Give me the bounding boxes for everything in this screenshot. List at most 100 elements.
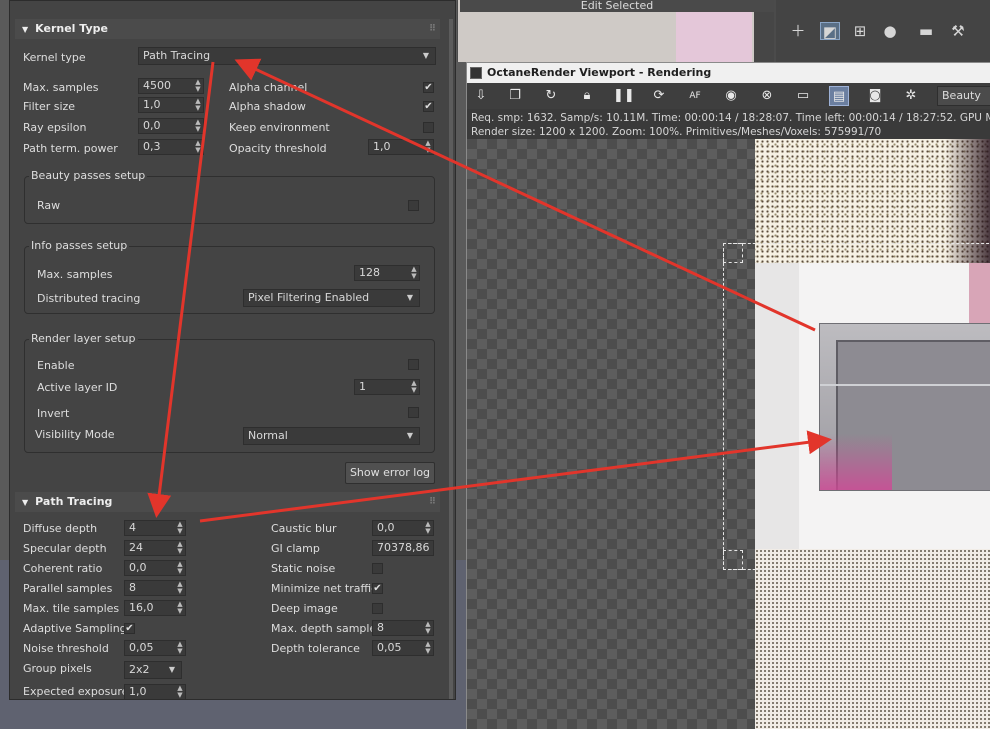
region-handle-bottom-left[interactable] <box>723 550 743 570</box>
distributed-tracing-dropdown[interactable]: Pixel Filtering Enabled ▼ <box>243 289 420 307</box>
modify-icon[interactable]: ◩ <box>820 22 840 41</box>
ray-epsilon-spinner[interactable]: 0,0 ▲ ▼ <box>138 118 204 134</box>
spinner-arrows-icon[interactable]: ▲ ▼ <box>195 140 201 154</box>
static-noise-label: Static noise <box>271 562 336 575</box>
deep-image-checkbox[interactable] <box>372 603 383 614</box>
caustic-blur-spinner[interactable]: 0,0 ▲ ▼ <box>372 520 434 536</box>
filter-size-spinner[interactable]: 1,0 ▲ ▼ <box>138 97 204 113</box>
kernel-type-dropdown[interactable]: Path Tracing ▼ <box>138 47 436 65</box>
spinner-arrows-icon[interactable]: ▲ ▼ <box>177 581 183 595</box>
region-selection[interactable] <box>723 243 990 570</box>
viewport-titlebar[interactable]: OctaneRender Viewport - Rendering <box>467 63 990 83</box>
copy-image-icon[interactable]: ❐ <box>505 86 525 106</box>
adaptive-sampling-checkbox[interactable]: ✔ <box>124 623 135 634</box>
max-samples-spinner[interactable]: 4500 ▲ ▼ <box>138 78 204 94</box>
spinner-arrows-icon[interactable]: ▲ ▼ <box>425 641 431 655</box>
gear-icon[interactable]: ✲ <box>901 86 921 106</box>
region-handle-top-left[interactable] <box>723 243 743 263</box>
max-depth-samples-label: Max. depth samples <box>271 622 382 635</box>
spinner-arrows-icon[interactable]: ▲ ▼ <box>195 98 201 112</box>
parallel-samples-spinner[interactable]: 8 ▲ ▼ <box>124 580 186 596</box>
display-icon[interactable]: ▭ <box>793 86 813 106</box>
save-image-icon[interactable]: ⇩ <box>471 86 491 106</box>
invert-checkbox[interactable] <box>408 407 419 418</box>
diffuse-depth-spinner[interactable]: 4 ▲ ▼ <box>124 520 186 536</box>
restart-render-icon[interactable]: ↻ <box>541 86 561 106</box>
info-max-samples-spinner[interactable]: 128 ▲ ▼ <box>354 265 420 281</box>
noise-threshold-spinner[interactable]: 0,05 ▲ ▼ <box>124 640 186 656</box>
parallel-samples-label: Parallel samples <box>23 582 113 595</box>
specular-depth-label: Specular depth <box>23 542 107 555</box>
spinner-arrows-icon[interactable]: ▲ ▼ <box>425 140 431 154</box>
diffuse-depth-label: Diffuse depth <box>23 522 98 535</box>
adaptive-sampling-label: Adaptive Sampling <box>23 622 127 635</box>
spinner-arrows-icon[interactable]: ▲ ▼ <box>195 79 201 93</box>
alpha-channel-checkbox[interactable]: ✔ <box>423 82 434 93</box>
panel-scrollbar[interactable] <box>449 19 453 699</box>
render-settings-panel: ▼ Kernel Type ⠿ Kernel type Path Tracing ▼ … <box>9 0 456 700</box>
spinner-arrows-icon[interactable]: ▲ ▼ <box>177 601 183 615</box>
enable-checkbox[interactable] <box>408 359 419 370</box>
keep-environment-checkbox[interactable] <box>423 122 434 133</box>
info-passes-title: Info passes setup <box>29 239 130 252</box>
grip-icon: ⠿ <box>428 24 436 34</box>
camera-icon[interactable]: ◙ <box>865 86 885 106</box>
edit-selected-label: Edit Selected <box>460 0 774 12</box>
max-samples-label: Max. samples <box>23 81 99 94</box>
spinner-arrows-icon[interactable]: ▲ ▼ <box>177 561 183 575</box>
render-layer-title: Render layer setup <box>29 332 138 345</box>
info-max-samples-label: Max. samples <box>37 268 113 281</box>
spinner-arrows-icon[interactable]: ▲ ▼ <box>177 521 183 535</box>
render-canvas[interactable] <box>467 139 990 729</box>
opacity-threshold-spinner[interactable]: 1,0 ▲ ▼ <box>368 139 434 155</box>
path-tracing-header[interactable]: ▼ Path Tracing ⠿ <box>15 492 440 512</box>
create-icon[interactable]: ＋ <box>788 22 808 40</box>
spinner-arrows-icon[interactable]: ▲ ▼ <box>177 541 183 555</box>
visibility-mode-label: Visibility Mode <box>35 428 115 441</box>
color-picker-icon[interactable]: ◉ <box>721 86 741 106</box>
beauty-passes-title: Beauty passes setup <box>29 169 148 182</box>
raw-checkbox[interactable] <box>408 200 419 211</box>
max-tile-samples-spinner[interactable]: 16,0 ▲ ▼ <box>124 600 186 616</box>
lock-icon[interactable]: 🔒︎ <box>577 86 597 106</box>
show-error-log-button[interactable]: Show error log <box>345 462 435 484</box>
refresh-icon[interactable]: ⟳ <box>649 86 669 106</box>
spinner-arrows-icon[interactable]: ▲ ▼ <box>425 521 431 535</box>
group-pixels-dropdown[interactable]: 2x2 ▼ <box>124 661 182 679</box>
alpha-shadow-checkbox[interactable]: ✔ <box>423 101 434 112</box>
coherent-ratio-spinner[interactable]: 0,0 ▲ ▼ <box>124 560 186 576</box>
spinner-arrows-icon[interactable]: ▲ ▼ <box>411 266 417 280</box>
display-icon[interactable]: ▬ <box>916 22 936 40</box>
motion-icon[interactable]: ● <box>880 22 900 40</box>
raw-label: Raw <box>37 199 61 212</box>
octane-viewport-window: OctaneRender Viewport - Rendering ⇩ ❐ ↻ … <box>466 62 990 729</box>
render-pass-select[interactable]: Beauty <box>937 86 990 106</box>
settings-icon[interactable]: ▤ <box>829 86 849 106</box>
pause-icon[interactable]: ❚❚ <box>613 86 635 106</box>
chevron-down-icon: ▼ <box>422 51 429 60</box>
max-depth-samples-spinner[interactable]: 8 ▲ ▼ <box>372 620 434 636</box>
hierarchy-icon[interactable]: ⊞ <box>850 22 870 40</box>
utilities-icon[interactable]: ⚒ <box>948 22 968 40</box>
kernel-type-header[interactable]: ▼ Kernel Type ⠿ <box>15 19 440 39</box>
alpha-shadow-label: Alpha shadow <box>229 100 306 113</box>
static-noise-checkbox[interactable] <box>372 563 383 574</box>
gi-clamp-spinner[interactable]: 70378,86 <box>372 540 434 556</box>
spinner-arrows-icon[interactable]: ▲ ▼ <box>177 685 183 699</box>
expected-exposure-spinner[interactable]: 1,0 ▲ ▼ <box>124 684 186 699</box>
opacity-threshold-label: Opacity threshold <box>229 142 327 155</box>
depth-tolerance-spinner[interactable]: 0,05 ▲ ▼ <box>372 640 434 656</box>
path-term-power-spinner[interactable]: 0,3 ▲ ▼ <box>138 139 204 155</box>
minimize-net-traffic-checkbox[interactable]: ✔ <box>372 583 383 594</box>
spinner-arrows-icon[interactable]: ▲ ▼ <box>425 621 431 635</box>
status-line-1: Req. smp: 1632. Samp/s: 10.11M. Time: 00… <box>471 112 990 124</box>
spinner-arrows-icon[interactable]: ▲ ▼ <box>177 641 183 655</box>
spinner-arrows-icon[interactable]: ▲ ▼ <box>411 380 417 394</box>
region-render-icon[interactable]: ⊗ <box>757 86 777 106</box>
active-layer-id-spinner[interactable]: 1 ▲ ▼ <box>354 379 420 395</box>
specular-depth-spinner[interactable]: 24 ▲ ▼ <box>124 540 186 556</box>
visibility-mode-dropdown[interactable]: Normal ▼ <box>243 427 420 445</box>
spinner-arrows-icon[interactable]: ▲ ▼ <box>195 119 201 133</box>
coherent-ratio-label: Coherent ratio <box>23 562 103 575</box>
autofocus-icon[interactable]: AF <box>685 86 705 106</box>
